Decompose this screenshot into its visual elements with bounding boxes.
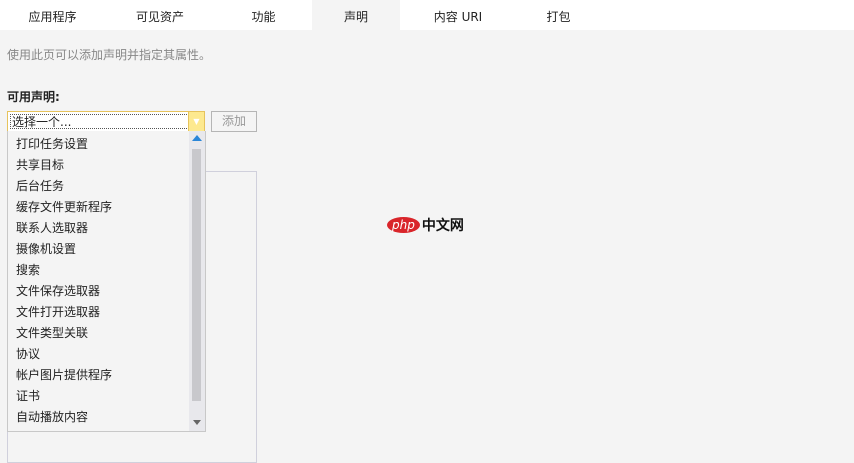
dropdown-option[interactable]: 搜索 (16, 261, 40, 278)
dropdown-option[interactable]: 缓存文件更新程序 (16, 198, 112, 215)
dropdown-option[interactable]: 协议 (16, 345, 40, 362)
add-button[interactable]: 添加 (211, 111, 257, 132)
select-value: 选择一个... (10, 114, 189, 129)
watermark-logo: php 中文网 (387, 215, 464, 235)
scroll-up-icon[interactable] (192, 135, 202, 141)
tab-bar: 应用程序 可见资产 功能 声明 内容 URI 打包 (0, 0, 854, 30)
declaration-select[interactable]: 选择一个... ▼ (7, 111, 205, 132)
dropdown-option[interactable]: 打印任务设置 (16, 135, 88, 152)
scroll-down-icon[interactable] (193, 420, 201, 425)
available-declarations-label: 可用声明: (7, 90, 60, 104)
chevron-down-icon[interactable]: ▼ (188, 112, 204, 131)
tab-packaging[interactable]: 打包 (516, 0, 601, 30)
page-description: 使用此页可以添加声明并指定其属性。 (7, 48, 212, 62)
scrollbar-thumb[interactable] (192, 149, 201, 401)
tab-visual-assets[interactable]: 可见资产 (105, 0, 215, 30)
tab-content-uri[interactable]: 内容 URI (400, 0, 516, 30)
tab-application[interactable]: 应用程序 (0, 0, 105, 30)
dropdown-option[interactable]: 文件类型关联 (16, 324, 88, 341)
scrollbar[interactable] (189, 131, 205, 431)
dropdown-option[interactable]: 文件保存选取器 (16, 282, 100, 299)
declaration-dropdown-list: 打印任务设置 共享目标后台任务缓存文件更新程序 联系人选取器 摄像机设置搜索文件保存选… (7, 131, 206, 432)
tab-declarations[interactable]: 声明 (312, 0, 400, 30)
dropdown-option[interactable]: 共享目标 (16, 156, 64, 173)
dropdown-option[interactable]: 自动播放内容 (16, 408, 88, 425)
dropdown-option[interactable]: 摄像机设置 (16, 240, 76, 257)
dropdown-option[interactable]: 证书 (16, 387, 40, 404)
php-logo: php (387, 217, 420, 233)
dropdown-option[interactable]: 联系人选取器 (16, 219, 88, 236)
tab-capabilities[interactable]: 功能 (215, 0, 312, 30)
dropdown-option[interactable]: 后台任务 (16, 177, 64, 194)
dropdown-option[interactable]: 文件打开选取器 (16, 303, 100, 320)
dropdown-option[interactable]: 帐户图片提供程序 (16, 366, 112, 383)
logo-text: 中文网 (421, 218, 464, 234)
